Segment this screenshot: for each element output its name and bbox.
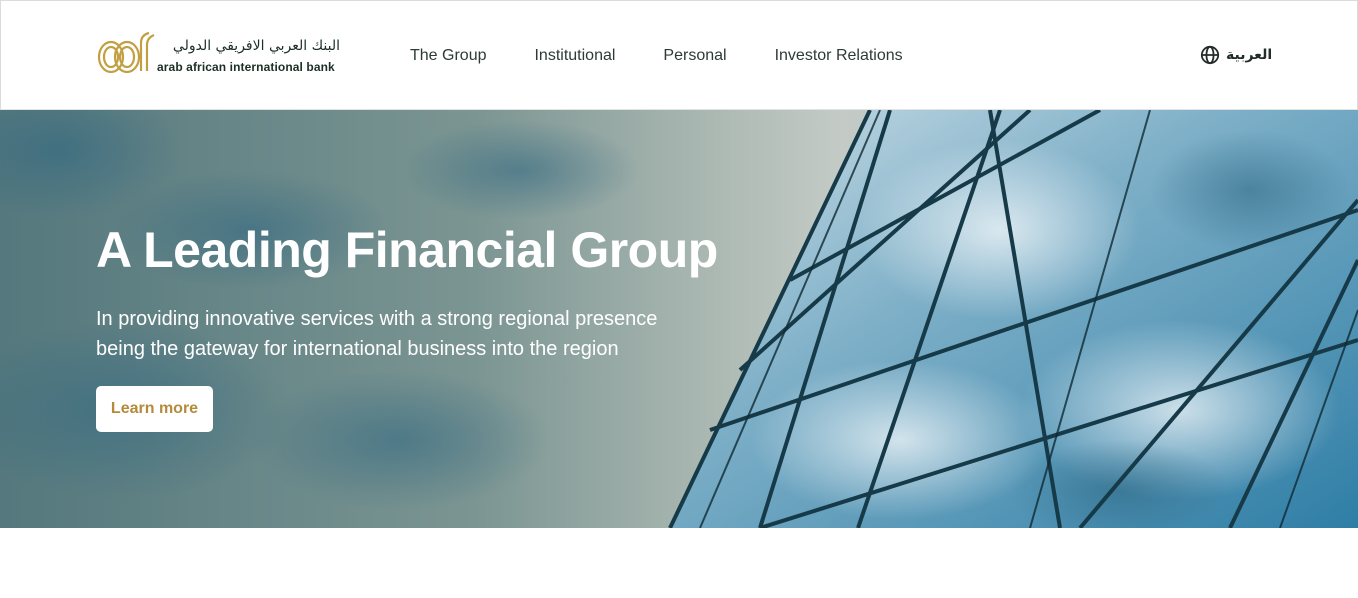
globe-icon <box>1200 45 1220 65</box>
nav-item-institutional[interactable]: Institutional <box>534 45 615 67</box>
aaib-logo[interactable]: البنك العربي الافريقي الدولي arab africa… <box>97 31 342 77</box>
language-switch[interactable]: العربية <box>1200 45 1272 65</box>
site-header: البنك العربي الافريقي الدولي arab africa… <box>0 0 1358 110</box>
hero-title: A Leading Financial Group <box>96 222 718 278</box>
hero-subtitle: In providing innovative services with a … <box>96 304 716 364</box>
logo-wordmark: البنك العربي الافريقي الدولي arab africa… <box>157 31 342 77</box>
learn-more-button[interactable]: Learn more <box>96 386 213 432</box>
nav-item-personal[interactable]: Personal <box>663 45 726 67</box>
nav-item-the-group[interactable]: The Group <box>410 45 486 67</box>
aaib-logo-mark-icon <box>97 31 155 74</box>
hero-subtitle-line-2: being the gateway for international busi… <box>96 338 619 360</box>
hero-subtitle-line-1: In providing innovative services with a … <box>96 308 658 330</box>
logo-english-name: arab african international bank <box>157 60 335 74</box>
language-label: العربية <box>1226 47 1273 63</box>
nav-item-investor-relations[interactable]: Investor Relations <box>775 45 903 67</box>
logo-arabic-name: البنك العربي الافريقي الدولي <box>172 38 340 54</box>
hero-banner: A Leading Financial Group In providing i… <box>0 110 1358 528</box>
main-nav: The Group Institutional Personal Investo… <box>410 45 903 67</box>
